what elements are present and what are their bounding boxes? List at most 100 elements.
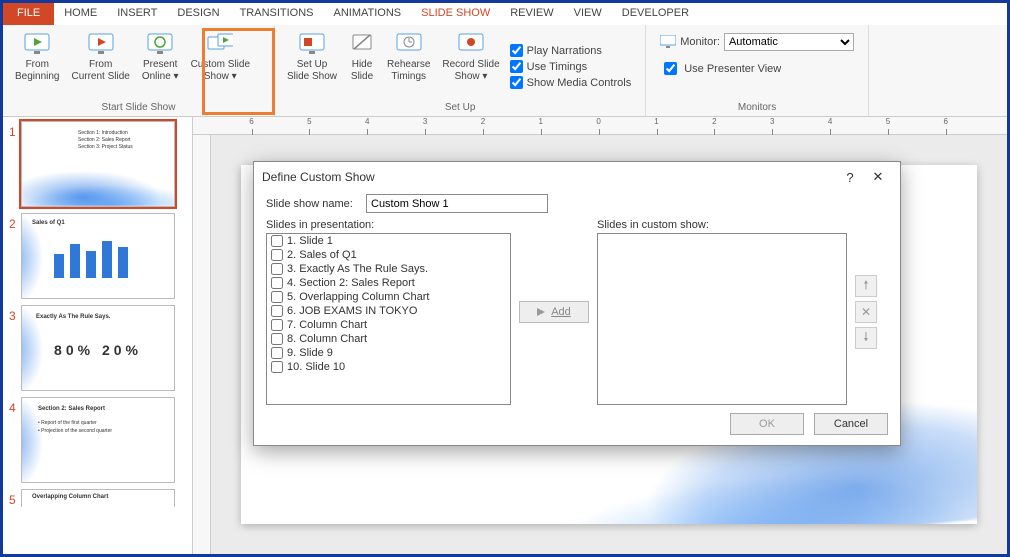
label: Present Online ▾ bbox=[142, 59, 179, 82]
list-item[interactable]: 9. Slide 9 bbox=[267, 346, 510, 360]
slides-in-presentation-list[interactable]: 1. Slide 12. Sales of Q13. Exactly As Th… bbox=[266, 233, 511, 405]
label: Hide Slide bbox=[351, 59, 373, 82]
slide-thumbnail-panel[interactable]: 1 Section 1: IntroductionSection 2: Sale… bbox=[3, 117, 193, 554]
list-item[interactable]: 10. Slide 10 bbox=[267, 360, 510, 374]
list-item-label: 8. Column Chart bbox=[287, 333, 367, 345]
ok-button[interactable]: OK bbox=[730, 413, 804, 435]
list-item-checkbox[interactable] bbox=[271, 347, 283, 359]
play-screen-icon bbox=[24, 31, 50, 57]
dialog-title: Define Custom Show bbox=[262, 170, 836, 184]
slides-in-presentation-label: Slides in presentation: bbox=[266, 219, 511, 231]
thumb-number: 5 bbox=[9, 489, 21, 507]
list-item-checkbox[interactable] bbox=[271, 291, 283, 303]
list-item[interactable]: 6. JOB EXAMS IN TOKYO bbox=[267, 304, 510, 318]
list-item-label: 6. JOB EXAMS IN TOKYO bbox=[287, 305, 417, 317]
from-beginning-button[interactable]: From Beginning bbox=[9, 27, 65, 102]
setup-slideshow-button[interactable]: Set Up Slide Show bbox=[281, 27, 343, 102]
tab-home[interactable]: HOME bbox=[54, 3, 107, 25]
close-button[interactable]: ✕ bbox=[864, 166, 892, 188]
tab-animations[interactable]: ANIMATIONS bbox=[324, 3, 412, 25]
record-icon bbox=[458, 31, 484, 57]
setup-checkboxes: Play Narrations Use Timings Show Media C… bbox=[506, 27, 640, 102]
use-timings-check[interactable]: Use Timings bbox=[510, 60, 632, 73]
list-item[interactable]: 7. Column Chart bbox=[267, 318, 510, 332]
group-title-monitors: Monitors bbox=[652, 102, 862, 116]
thumb-number: 2 bbox=[9, 213, 21, 231]
monitor-select[interactable]: Automatic bbox=[724, 33, 854, 51]
list-item[interactable]: 1. Slide 1 bbox=[267, 234, 510, 248]
hide-slide-button[interactable]: Hide Slide bbox=[343, 27, 381, 102]
record-slideshow-button[interactable]: Record Slide Show ▾ bbox=[436, 27, 505, 102]
tab-review[interactable]: REVIEW bbox=[500, 3, 563, 25]
tab-slideshow[interactable]: SLIDE SHOW bbox=[411, 3, 500, 25]
list-item[interactable]: 3. Exactly As The Rule Says. bbox=[267, 262, 510, 276]
use-presenter-view-check[interactable]: Use Presenter View bbox=[660, 59, 854, 78]
slide-thumb-2[interactable]: Sales of Q1 bbox=[21, 213, 175, 299]
tab-file[interactable]: FILE bbox=[3, 3, 54, 25]
list-item[interactable]: 2. Sales of Q1 bbox=[267, 248, 510, 262]
group-title-setup: Set Up bbox=[281, 102, 639, 116]
tab-design[interactable]: DESIGN bbox=[167, 3, 229, 25]
play-screen-current-icon bbox=[88, 31, 114, 57]
list-item-checkbox[interactable] bbox=[271, 305, 283, 317]
slideshow-name-label: Slide show name: bbox=[266, 198, 360, 210]
custom-slide-show-button[interactable]: Custom Slide Show ▾ bbox=[185, 27, 256, 102]
slide-thumb-4[interactable]: Section 2: Sales Report • Report of the … bbox=[21, 397, 175, 483]
ribbon: From Beginning From Current Slide Presen… bbox=[3, 25, 1007, 117]
list-item-checkbox[interactable] bbox=[271, 263, 283, 275]
tab-developer[interactable]: DEVELOPER bbox=[612, 3, 699, 25]
rehearse-timings-button[interactable]: Rehearse Timings bbox=[381, 27, 436, 102]
list-item[interactable]: 4. Section 2: Sales Report bbox=[267, 276, 510, 290]
label: Custom Slide Show ▾ bbox=[191, 59, 250, 82]
list-item-checkbox[interactable] bbox=[271, 249, 283, 261]
arrow-right-icon bbox=[537, 308, 547, 316]
thumb-number: 4 bbox=[9, 397, 21, 415]
list-item-label: 5. Overlapping Column Chart bbox=[287, 291, 429, 303]
slide-thumb-3[interactable]: Exactly As The Rule Says. 80% 20% bbox=[21, 305, 175, 391]
label: Set Up Slide Show bbox=[287, 59, 337, 82]
group-title-start: Start Slide Show bbox=[9, 102, 268, 116]
slides-in-custom-show-list[interactable] bbox=[597, 233, 847, 405]
tab-insert[interactable]: INSERT bbox=[107, 3, 167, 25]
list-item-checkbox[interactable] bbox=[271, 319, 283, 331]
label: From Beginning bbox=[15, 59, 59, 82]
move-down-button[interactable]: 🠗 bbox=[855, 327, 877, 349]
list-item-checkbox[interactable] bbox=[271, 277, 283, 289]
list-item-checkbox[interactable] bbox=[271, 333, 283, 345]
label: Record Slide Show ▾ bbox=[442, 59, 499, 82]
move-up-button[interactable]: 🠕 bbox=[855, 275, 877, 297]
arrow-up-icon: 🠕 bbox=[863, 276, 868, 297]
slide-thumb-1[interactable]: Section 1: IntroductionSection 2: Sales … bbox=[21, 121, 175, 207]
slides-in-custom-show-label: Slides in custom show: bbox=[597, 219, 847, 231]
from-current-slide-button[interactable]: From Current Slide bbox=[65, 27, 135, 102]
add-button[interactable]: Add bbox=[519, 301, 589, 323]
slide-thumb-5[interactable]: Overlapping Column Chart bbox=[21, 489, 175, 507]
slideshow-name-input[interactable] bbox=[366, 194, 548, 213]
cancel-button[interactable]: Cancel bbox=[814, 413, 888, 435]
show-media-controls-check[interactable]: Show Media Controls bbox=[510, 76, 632, 89]
list-item-label: 9. Slide 9 bbox=[287, 347, 333, 359]
list-item-label: 3. Exactly As The Rule Says. bbox=[287, 263, 428, 275]
setup-icon bbox=[299, 31, 325, 57]
ribbon-tabstrip: FILE HOME INSERT DESIGN TRANSITIONS ANIM… bbox=[3, 3, 1007, 25]
play-narrations-check[interactable]: Play Narrations bbox=[510, 44, 632, 57]
list-item-label: 7. Column Chart bbox=[287, 319, 367, 331]
rehearse-icon bbox=[396, 31, 422, 57]
tab-transitions[interactable]: TRANSITIONS bbox=[230, 3, 324, 25]
list-item-checkbox[interactable] bbox=[271, 235, 283, 247]
monitor-icon bbox=[660, 35, 676, 49]
horizontal-ruler: 6543210123456 bbox=[193, 117, 1007, 135]
present-online-button[interactable]: Present Online ▾ bbox=[136, 27, 185, 102]
thumb-number: 1 bbox=[9, 121, 21, 139]
thumb-number: 3 bbox=[9, 305, 21, 323]
define-custom-show-dialog: Define Custom Show ? ✕ Slide show name: … bbox=[253, 161, 901, 446]
help-button[interactable]: ? bbox=[836, 166, 864, 188]
list-item[interactable]: 8. Column Chart bbox=[267, 332, 510, 346]
x-icon: ✕ bbox=[861, 305, 871, 319]
tab-view[interactable]: VIEW bbox=[564, 3, 612, 25]
list-item[interactable]: 5. Overlapping Column Chart bbox=[267, 290, 510, 304]
custom-show-icon bbox=[207, 31, 233, 57]
remove-button[interactable]: ✕ bbox=[855, 301, 877, 323]
list-item-checkbox[interactable] bbox=[271, 361, 283, 373]
arrow-down-icon: 🠗 bbox=[863, 328, 868, 349]
